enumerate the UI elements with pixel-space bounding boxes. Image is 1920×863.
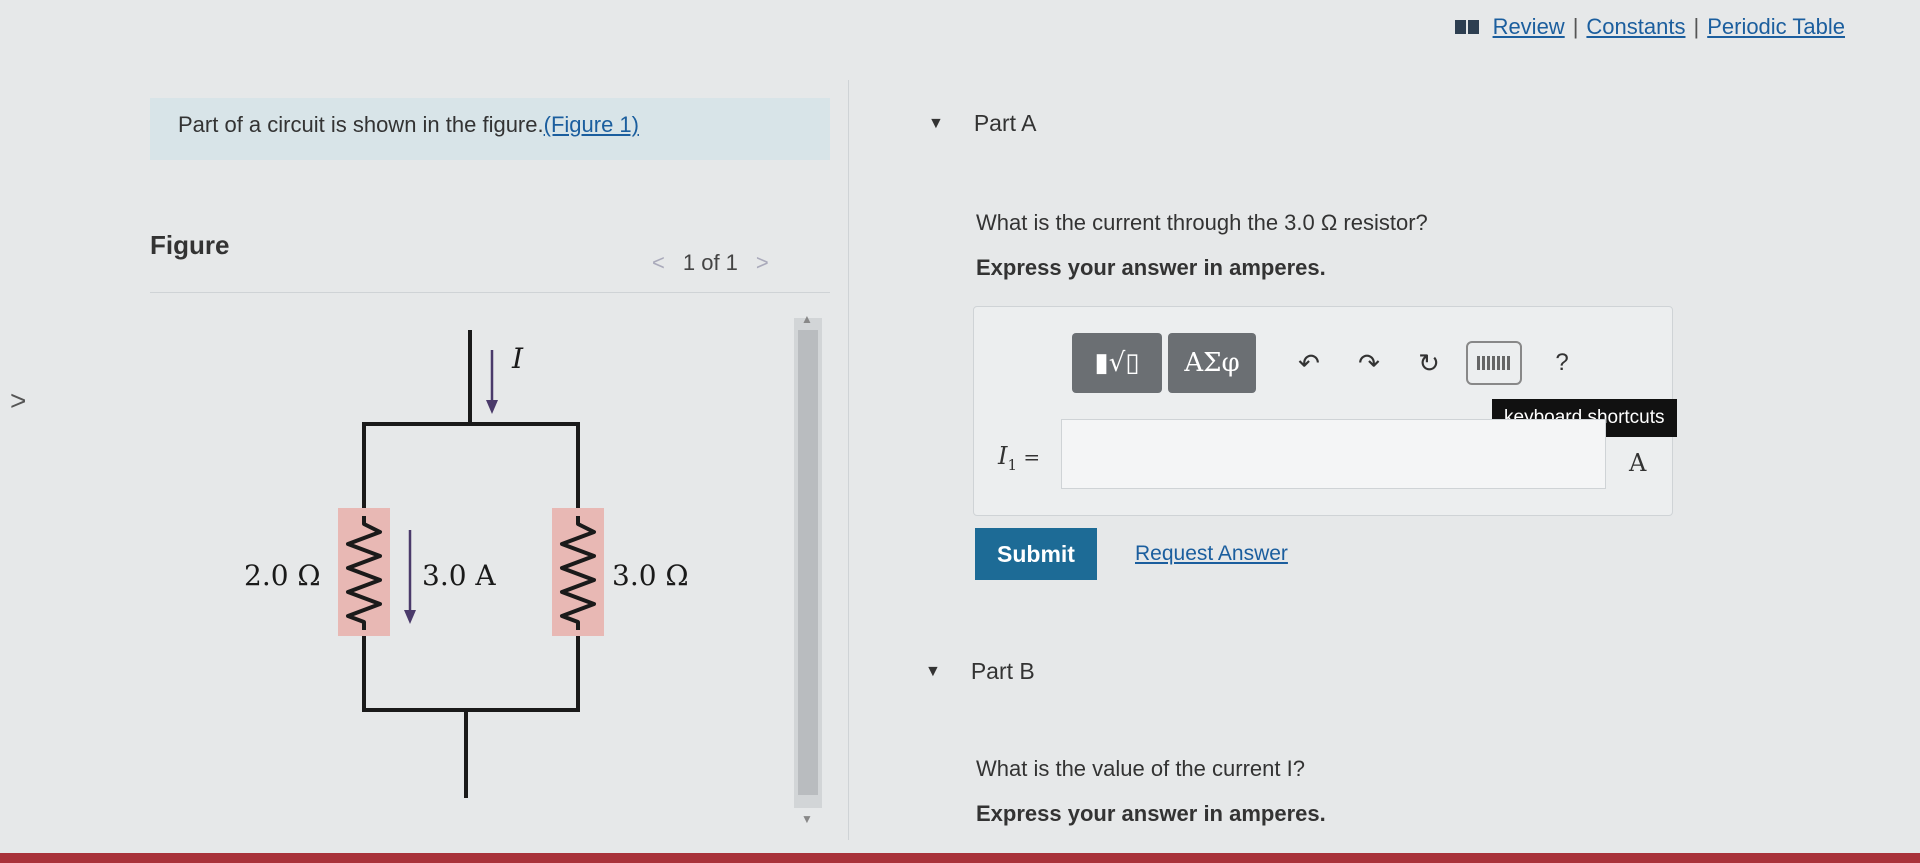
- templates-button[interactable]: ▮√▯: [1072, 333, 1162, 393]
- undo-icon[interactable]: ↶: [1282, 333, 1336, 393]
- part-a-title: Part A: [973, 110, 1037, 136]
- math-toolbar: ▮√▯ ΑΣφ ↶ ↷ ↻ ?: [1072, 333, 1582, 393]
- problem-intro: Part of a circuit is shown in the figure…: [150, 98, 830, 160]
- figure-heading: Figure: [150, 230, 230, 260]
- keyboard-icon[interactable]: [1466, 341, 1522, 385]
- current-i-arrowhead: [486, 400, 498, 414]
- right-resistor-label: 3.0 Ω: [612, 559, 689, 592]
- part-b-header[interactable]: ▼ Part B: [925, 658, 1035, 685]
- link-separator: |: [1572, 14, 1579, 39]
- part-a-instruction: Express your answer in amperes.: [976, 255, 1326, 280]
- figure-page-count: 1 of 1: [682, 250, 738, 275]
- intro-text: Part of a circuit is shown in the figure…: [178, 112, 544, 137]
- periodic-table-link[interactable]: Periodic Table: [1707, 14, 1845, 40]
- part-b-instruction: Express your answer in amperes.: [976, 801, 1326, 826]
- figure-scrollbar[interactable]: ▲ ▼: [794, 312, 822, 826]
- figure-pager: < 1 of 1 >: [652, 250, 769, 276]
- reset-icon[interactable]: ↻: [1402, 333, 1456, 393]
- variable-subscript: 1: [1007, 455, 1018, 474]
- part-a-header[interactable]: ▼ Part A: [928, 110, 1037, 137]
- constants-link[interactable]: Constants: [1586, 14, 1685, 40]
- request-answer-link[interactable]: Request Answer: [1135, 542, 1288, 566]
- book-icon: [1454, 20, 1479, 34]
- help-icon[interactable]: ?: [1542, 333, 1582, 393]
- panel-divider: [848, 80, 849, 840]
- circuit-diagram: I 2.0 Ω 3.0 A 3.0 Ω: [244, 330, 689, 798]
- middle-current-arrowhead: [404, 610, 416, 624]
- figure-next-chevron-icon[interactable]: >: [756, 250, 769, 276]
- answer-variable-label: I1 =: [998, 442, 1040, 474]
- equals-sign: =: [1017, 445, 1041, 469]
- scrollbar-thumb[interactable]: [798, 330, 818, 795]
- answer-editor: ▮√▯ ΑΣφ ↶ ↷ ↻ ? keyboard shortcuts I1 = …: [973, 306, 1677, 516]
- current-i-label: I: [511, 342, 524, 375]
- figure-link[interactable]: (Figure 1): [544, 112, 639, 137]
- answer-input[interactable]: [1061, 419, 1606, 489]
- top-links: Review | Constants | Periodic Table: [1454, 14, 1845, 40]
- figure-prev-chevron-icon[interactable]: <: [652, 250, 665, 276]
- unit-label: A: [1629, 449, 1647, 477]
- collapse-triangle-icon[interactable]: ▼: [925, 663, 941, 681]
- part-a-question: What is the current through the 3.0 Ω re…: [976, 210, 1428, 235]
- link-separator: |: [1693, 14, 1700, 39]
- review-link[interactable]: Review: [1493, 14, 1565, 40]
- part-b-title: Part B: [970, 658, 1035, 684]
- greek-symbols-button[interactable]: ΑΣφ: [1168, 333, 1256, 393]
- top-bar: Review | Constants | Periodic Table: [0, 0, 1920, 72]
- scroll-down-arrow-icon[interactable]: ▼: [801, 812, 813, 826]
- redo-icon[interactable]: ↷: [1342, 333, 1396, 393]
- expand-panel-chevron-icon[interactable]: >: [10, 385, 26, 417]
- left-resistor-label: 2.0 Ω: [244, 559, 321, 592]
- figure-divider: [150, 292, 830, 293]
- submit-button[interactable]: Submit: [975, 528, 1097, 580]
- part-b-question: What is the value of the current I?: [976, 756, 1305, 781]
- collapse-triangle-icon[interactable]: ▼: [928, 115, 944, 133]
- scroll-up-arrow-icon[interactable]: ▲: [801, 312, 813, 326]
- bottom-bar: [0, 853, 1920, 863]
- middle-current-label: 3.0 A: [422, 559, 496, 592]
